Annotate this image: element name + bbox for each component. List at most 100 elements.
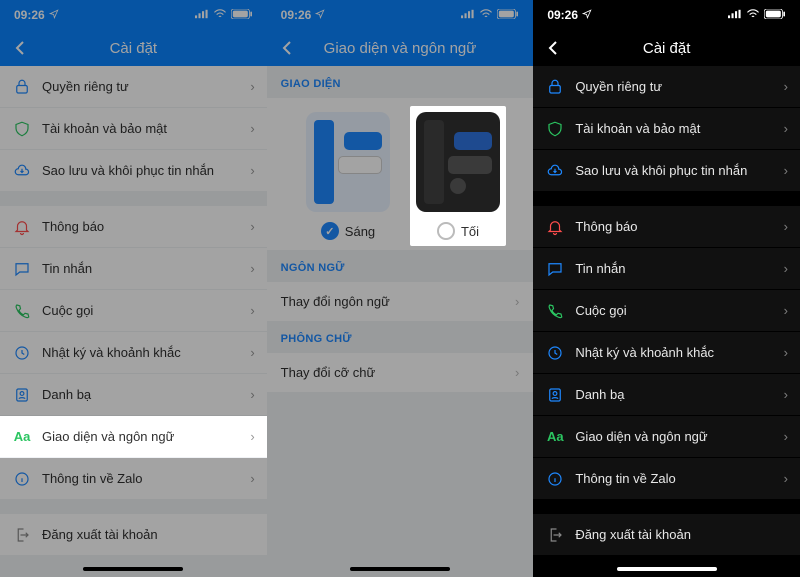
back-button[interactable] <box>277 38 297 58</box>
settings-row-aa[interactable]: AaGiao diện và ngôn ngữ› <box>0 416 267 458</box>
chevron-right-icon: › <box>250 345 254 360</box>
chevron-right-icon: › <box>515 294 519 309</box>
chevron-right-icon: › <box>250 121 254 136</box>
contacts-icon <box>12 386 32 404</box>
settings-row-phone[interactable]: Cuộc gọi› <box>533 290 800 332</box>
aa-icon: Aa <box>545 429 565 444</box>
settings-row-bell[interactable]: Thông báo› <box>0 206 267 248</box>
page-title: Giao diện và ngôn ngữ <box>324 40 477 57</box>
settings-row-lock[interactable]: Quyền riêng tư› <box>0 66 267 108</box>
bell-icon <box>545 218 565 236</box>
row-label: Đăng xuất tài khoản <box>575 527 788 542</box>
signal-icon <box>461 8 475 22</box>
settings-row-chat[interactable]: Tin nhắn› <box>0 248 267 290</box>
chevron-right-icon: › <box>784 261 788 276</box>
chevron-right-icon: › <box>784 345 788 360</box>
settings-row-shield[interactable]: Tài khoản và bảo mật› <box>0 108 267 150</box>
section-interface: GIAO DIỆN <box>267 66 534 98</box>
shield-icon <box>12 120 32 138</box>
section-gap <box>533 192 800 206</box>
chevron-right-icon: › <box>515 365 519 380</box>
wifi-icon <box>746 8 760 22</box>
row-label: Thông báo <box>42 219 240 234</box>
row-label: Sao lưu và khôi phục tin nhắn <box>42 163 240 178</box>
home-indicator <box>83 567 183 571</box>
chevron-right-icon: › <box>250 303 254 318</box>
battery-icon <box>764 8 786 22</box>
settings-row-phone[interactable]: Cuộc gọi› <box>0 290 267 332</box>
section-gap <box>0 192 267 206</box>
page-title: Cài đặt <box>643 40 691 57</box>
change-language-label: Thay đổi ngôn ngữ <box>281 294 390 309</box>
row-label: Tin nhắn <box>42 261 240 276</box>
settings-row-bell[interactable]: Thông báo › <box>533 206 800 248</box>
logout-icon <box>12 526 32 544</box>
clock-icon <box>12 344 32 362</box>
settings-row-contacts[interactable]: Danh bạ› <box>0 374 267 416</box>
phone-settings-dark: 09:26 Cài đặt Quyền riêng tư›Tài khoản v… <box>533 0 800 577</box>
settings-row-logout[interactable]: Đăng xuất tài khoản <box>533 514 800 556</box>
chevron-right-icon: › <box>784 163 788 178</box>
settings-row-chat[interactable]: Tin nhắn › <box>533 248 800 290</box>
settings-row-logout[interactable]: Đăng xuất tài khoản <box>0 514 267 556</box>
row-change-font[interactable]: Thay đổi cỡ chữ › <box>267 353 534 392</box>
shield-icon <box>545 120 565 138</box>
radio-unchecked-icon <box>437 222 455 240</box>
row-label: Tin nhắn <box>575 261 773 276</box>
home-indicator <box>350 567 450 571</box>
theme-dark-radio[interactable]: Tối <box>437 222 479 240</box>
status-time: 09:26 <box>14 8 45 22</box>
theme-light-preview <box>306 112 390 212</box>
theme-dark-label: Tối <box>461 224 479 239</box>
cloud-icon <box>12 162 32 180</box>
row-label: Thông báo <box>575 219 773 234</box>
back-button[interactable] <box>10 38 30 58</box>
settings-body: Quyền riêng tư›Tài khoản và bảo mật›Sao … <box>0 66 267 577</box>
signal-icon <box>728 8 742 22</box>
row-label: Cuộc gọi <box>575 303 773 318</box>
chevron-right-icon: › <box>250 429 254 444</box>
settings-row-aa[interactable]: AaGiao diện và ngôn ngữ› <box>533 416 800 458</box>
status-bar: 09:26 <box>533 0 800 30</box>
theme-dark-card[interactable]: Tối <box>410 106 506 246</box>
theme-dark-preview <box>416 112 500 212</box>
info-icon <box>12 470 32 488</box>
row-label: Quyền riêng tư <box>42 79 240 94</box>
theme-light-card[interactable]: Sáng <box>300 112 396 240</box>
lock-icon <box>545 78 565 96</box>
settings-row-clock[interactable]: Nhật ký và khoảnh khắc› <box>0 332 267 374</box>
settings-row-contacts[interactable]: Danh bạ› <box>533 374 800 416</box>
chevron-right-icon: › <box>784 79 788 94</box>
section-gap <box>533 500 800 514</box>
row-label: Danh bạ <box>42 387 240 402</box>
settings-row-info[interactable]: Thông tin về Zalo› <box>0 458 267 500</box>
home-indicator <box>617 567 717 571</box>
status-bar: 09:26 <box>0 0 267 30</box>
settings-row-cloud[interactable]: Sao lưu và khôi phục tin nhắn› <box>533 150 800 192</box>
settings-row-shield[interactable]: Tài khoản và bảo mật› <box>533 108 800 150</box>
settings-row-clock[interactable]: Nhật ký và khoảnh khắc › <box>533 332 800 374</box>
settings-row-info[interactable]: Thông tin về Zalo› <box>533 458 800 500</box>
cloud-icon <box>545 162 565 180</box>
row-label: Nhật ký và khoảnh khắc <box>575 345 773 360</box>
row-label: Tài khoản và bảo mật <box>575 121 773 136</box>
theme-light-radio[interactable]: Sáng <box>321 222 375 240</box>
header-bar: Cài đặt <box>0 30 267 66</box>
chat-icon <box>545 260 565 278</box>
settings-row-cloud[interactable]: Sao lưu và khôi phục tin nhắn› <box>0 150 267 192</box>
chevron-right-icon: › <box>784 219 788 234</box>
settings-row-lock[interactable]: Quyền riêng tư› <box>533 66 800 108</box>
settings-body: Quyền riêng tư›Tài khoản và bảo mật›Sao … <box>533 66 800 577</box>
chat-icon <box>12 260 32 278</box>
header-bar: Giao diện và ngôn ngữ <box>267 30 534 66</box>
row-label: Giao diện và ngôn ngữ <box>575 429 773 444</box>
chevron-right-icon: › <box>784 387 788 402</box>
row-change-language[interactable]: Thay đổi ngôn ngữ › <box>267 282 534 321</box>
battery-icon <box>497 8 519 22</box>
location-icon <box>49 8 59 22</box>
back-button[interactable] <box>543 38 563 58</box>
clock-icon <box>545 344 565 362</box>
contacts-icon <box>545 386 565 404</box>
status-bar: 09:26 <box>267 0 534 30</box>
header-bar: Cài đặt <box>533 30 800 66</box>
